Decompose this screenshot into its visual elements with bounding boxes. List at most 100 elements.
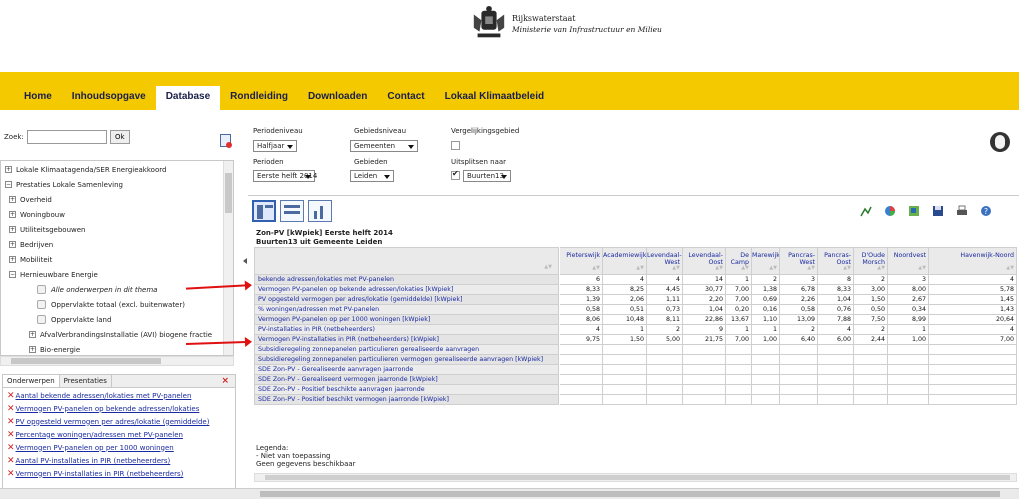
nav-database[interactable]: Database xyxy=(155,86,221,110)
tree-item[interactable]: Alle onderwerpen in dit thema xyxy=(37,283,157,296)
tab-presentaties[interactable]: Presentaties xyxy=(60,375,112,387)
nav-contact[interactable]: Contact xyxy=(377,86,434,110)
subject-checkbox[interactable] xyxy=(37,285,46,294)
tree-item[interactable]: + Overheid xyxy=(9,193,52,206)
nav-downloaden[interactable]: Downloaden xyxy=(298,86,377,110)
tree-item[interactable]: + Mobiliteit xyxy=(9,253,52,266)
sort-icon[interactable]: ▲▼ xyxy=(877,265,885,272)
sort-icon[interactable]: ▲▼ xyxy=(741,265,749,272)
remove-icon[interactable]: ✕ xyxy=(7,404,15,414)
collapse-icon[interactable]: − xyxy=(5,181,12,188)
table-horizontal-scrollbar[interactable] xyxy=(254,473,1017,482)
column-header[interactable]: Levendaal-West ▲▼ xyxy=(647,247,683,275)
sort-icon[interactable]: ▲▼ xyxy=(672,265,680,272)
subject-checkbox[interactable] xyxy=(37,300,46,309)
column-header[interactable]: Pieterswijk ▲▼ xyxy=(560,247,603,275)
sort-icon[interactable]: ▲▼ xyxy=(1006,265,1014,272)
row-label-link[interactable]: bekende adressen/lokaties met PV-panelen xyxy=(254,275,559,285)
row-label-link[interactable]: Subsidieregeling zonnepanelen particulie… xyxy=(254,355,559,365)
sort-icon[interactable]: ▲▼ xyxy=(843,265,851,272)
expand-icon[interactable]: + xyxy=(5,166,12,173)
tree-scrollbar[interactable] xyxy=(223,161,233,355)
tree-scroll-thumb[interactable] xyxy=(225,173,232,213)
export-icon[interactable] xyxy=(220,134,232,148)
subject-checkbox[interactable] xyxy=(37,315,46,324)
search-ok-button[interactable]: Ok xyxy=(109,130,130,144)
column-header[interactable]: Pancras-Oost ▲▼ xyxy=(818,247,854,275)
help-icon[interactable]: ? xyxy=(980,205,992,217)
color-wheel-icon[interactable] xyxy=(884,205,896,217)
column-header[interactable]: D'Oude Morsch ▲▼ xyxy=(854,247,888,275)
column-header[interactable]: De Camp ▲▼ xyxy=(726,247,752,275)
remove-icon[interactable]: ✕ xyxy=(7,430,15,440)
row-label-link[interactable]: PV opgesteld vermogen per adres/lokatie … xyxy=(254,295,559,305)
remove-icon[interactable]: ✕ xyxy=(7,417,15,427)
grid-view-button[interactable] xyxy=(280,200,304,222)
print-icon[interactable] xyxy=(956,205,968,217)
chart-settings-icon[interactable] xyxy=(860,205,872,217)
column-header[interactable]: Havenwijk-Noord ▲▼ xyxy=(929,247,1017,275)
sort-icon[interactable]: ▲▼ xyxy=(807,265,815,272)
table-hscroll-thumb[interactable] xyxy=(265,475,1010,480)
sort-icon[interactable]: ▲▼ xyxy=(715,265,723,272)
sort-icon[interactable]: ▲▼ xyxy=(918,265,926,272)
uitsplitsen-checkbox[interactable] xyxy=(451,169,460,180)
row-label-link[interactable]: Vermogen PV-installaties in PIR (netbehe… xyxy=(254,335,559,345)
nav-home[interactable]: Home xyxy=(14,86,62,110)
row-label-link[interactable]: Vermogen PV-panelen op bekende adressen/… xyxy=(254,285,559,295)
row-label-link[interactable]: Subsidieregeling zonnepanelen particulie… xyxy=(254,345,559,355)
tree-item[interactable]: + Bio-energie xyxy=(29,343,80,355)
column-header[interactable]: Levendaal-Oost ▲▼ xyxy=(683,247,726,275)
column-header[interactable]: Academiewijk ▲▼ xyxy=(603,247,647,275)
expand-icon[interactable]: + xyxy=(29,346,36,353)
collapse-icon[interactable]: − xyxy=(9,271,16,278)
column-header[interactable]: Pancras-West ▲▼ xyxy=(780,247,818,275)
row-label-link[interactable]: Vermogen PV-panelen op per 1000 woningen… xyxy=(254,315,559,325)
tree-item[interactable]: Oppervlakte land xyxy=(37,313,111,326)
row-label-link[interactable]: SDE Zon-PV - Gerealiseerde aanvragen jaa… xyxy=(254,365,559,375)
sort-icon[interactable]: ▲▼ xyxy=(769,265,777,272)
map-icon[interactable] xyxy=(908,205,920,217)
expand-icon[interactable]: + xyxy=(29,331,36,338)
table-view-button[interactable] xyxy=(252,200,276,222)
tree-item[interactable]: − Prestaties Lokale Samenleving xyxy=(5,178,123,191)
tree-item[interactable]: − Hernieuwbare Energie xyxy=(9,268,98,281)
sort-icon[interactable]: ▲▼ xyxy=(636,265,644,272)
remove-icon[interactable]: ✕ xyxy=(7,443,15,453)
tree-item[interactable]: + Woningbouw xyxy=(9,208,65,221)
remove-icon[interactable]: ✕ xyxy=(7,391,15,401)
remove-icon[interactable]: ✕ xyxy=(7,456,15,466)
column-header[interactable]: Marewijk ▲▼ xyxy=(752,247,780,275)
sort-icon[interactable]: ▲▼ xyxy=(544,264,552,270)
row-label-link[interactable]: SDE Zon-PV - Gerealiseerd vermogen jaarr… xyxy=(254,375,559,385)
periodeniveau-select[interactable]: Halfjaar xyxy=(253,140,297,152)
expand-icon[interactable]: + xyxy=(9,256,16,263)
tree-item[interactable]: Oppervlakte totaal (excl. buitenwater) xyxy=(37,298,185,311)
row-label-link[interactable]: % woningen/adressen met PV-panelen xyxy=(254,305,559,315)
search-input[interactable] xyxy=(26,130,107,144)
clear-all-icon[interactable]: × xyxy=(221,376,229,386)
tree-item[interactable]: + Lokale Klimaatagenda/SER Energieakkoord xyxy=(5,163,166,176)
page-hscroll-thumb[interactable] xyxy=(260,491,1000,497)
row-label-link[interactable]: SDE Zon-PV - Positief beschikt vermogen … xyxy=(254,395,559,405)
nav-rondleiding[interactable]: Rondleiding xyxy=(220,86,298,110)
expand-icon[interactable]: + xyxy=(9,211,16,218)
expand-icon[interactable]: + xyxy=(9,241,16,248)
perioden-select[interactable]: Eerste helft 2014 xyxy=(253,170,317,182)
tree-item[interactable]: + Bedrijven xyxy=(9,238,53,251)
nav-inhoudsopgave[interactable]: Inhoudsopgave xyxy=(62,86,156,110)
sort-icon[interactable]: ▲▼ xyxy=(592,265,600,272)
collapse-panel-icon[interactable] xyxy=(243,258,247,264)
page-horizontal-scrollbar[interactable] xyxy=(0,488,1019,499)
tab-onderwerpen[interactable]: Onderwerpen xyxy=(3,375,60,387)
tree-horizontal-scrollbar[interactable] xyxy=(0,356,234,366)
tree-hscroll-thumb[interactable] xyxy=(11,358,161,364)
chart-view-button[interactable] xyxy=(308,200,332,222)
column-header[interactable]: Noordvest ▲▼ xyxy=(888,247,929,275)
expand-icon[interactable]: + xyxy=(9,226,16,233)
row-label-link[interactable]: SDE Zon-PV - Positief beschikte aanvrage… xyxy=(254,385,559,395)
uitsplitsen-select[interactable]: Buurten13 xyxy=(463,170,511,182)
nav-lokaal-klimaatbeleid[interactable]: Lokaal Klimaatbeleid xyxy=(435,86,554,110)
tree-item[interactable]: + AfvalVerbrandingsInstallatie (AVI) biog… xyxy=(29,328,212,341)
globe-chart-icon[interactable] xyxy=(990,132,1010,152)
